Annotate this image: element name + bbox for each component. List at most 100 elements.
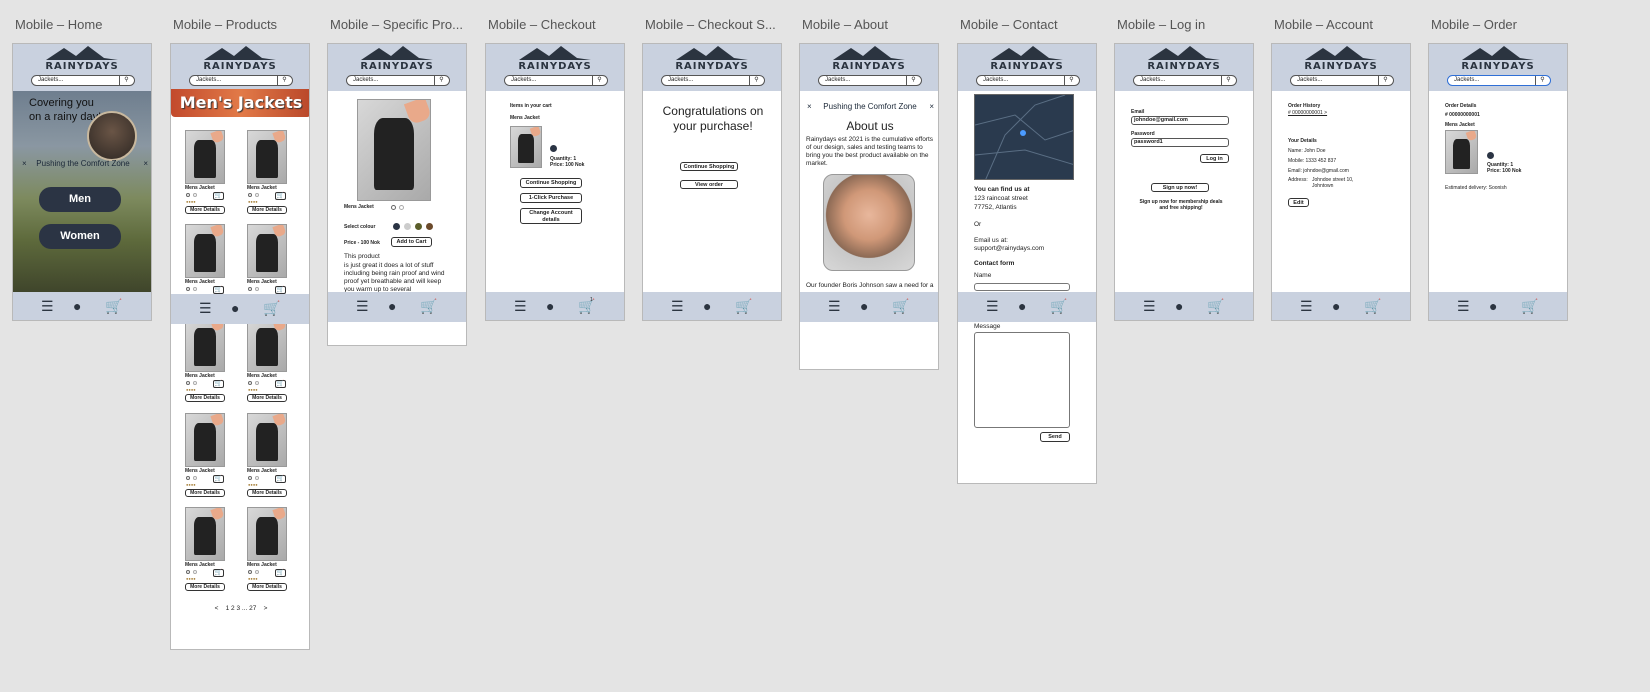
more-details-button[interactable]: More Details: [247, 489, 287, 497]
search-input[interactable]: Jackets... ⚲: [661, 75, 765, 86]
search-input[interactable]: Jackets... ⚲: [1133, 75, 1237, 86]
product-card[interactable]: Mens Jacket🛒 ●●●● More Details: [185, 318, 235, 408]
cart-icon[interactable]: 🛒: [263, 301, 280, 315]
add-to-cart-icon[interactable]: 🛒: [213, 380, 224, 388]
product-card[interactable]: Mens Jacket🛒 ●●●● More Details: [185, 413, 235, 503]
product-card[interactable]: Mens Jacket🛒 ●●●● More Details: [247, 130, 297, 220]
edit-button[interactable]: Edit: [1288, 198, 1309, 207]
search-icon[interactable]: ⚲: [906, 76, 920, 85]
close-icon[interactable]: ×: [22, 158, 27, 170]
logo[interactable]: RAINYDAYS: [171, 46, 309, 74]
more-details-button[interactable]: More Details: [247, 394, 287, 402]
size-option[interactable]: [255, 570, 259, 574]
cart-icon[interactable]: 🛒: [892, 299, 909, 313]
page-numbers[interactable]: 1 2 3 ... 27: [226, 605, 257, 612]
map[interactable]: [974, 94, 1074, 180]
size-option[interactable]: [193, 381, 197, 385]
close-icon[interactable]: ×: [807, 102, 812, 111]
search-input[interactable]: Jackets... ⚲: [31, 75, 135, 86]
password-input[interactable]: password1: [1131, 138, 1229, 147]
close-icon[interactable]: ×: [143, 158, 148, 170]
product-image[interactable]: [247, 130, 287, 184]
support-email[interactable]: support@rainydays.com: [974, 245, 1044, 252]
size-option[interactable]: [255, 381, 259, 385]
size-option[interactable]: [255, 193, 259, 197]
cart-icon[interactable]: 🛒: [1364, 299, 1381, 313]
menu-icon[interactable]: ☰: [671, 299, 684, 313]
add-to-cart-icon[interactable]: 🛒: [213, 475, 224, 483]
user-icon[interactable]: ●: [1175, 299, 1183, 313]
user-icon[interactable]: ●: [231, 301, 239, 315]
size-option[interactable]: [391, 205, 396, 210]
menu-icon[interactable]: ☰: [41, 299, 54, 313]
more-details-button[interactable]: More Details: [247, 583, 287, 591]
size-option[interactable]: [248, 287, 252, 291]
search-icon[interactable]: ⚲: [277, 76, 291, 85]
view-order-button[interactable]: View order: [680, 180, 738, 189]
add-to-cart-button[interactable]: Add to Cart: [391, 237, 432, 247]
search-input[interactable]: Jackets... ⚲: [504, 75, 608, 86]
menu-icon[interactable]: ☰: [1143, 299, 1156, 313]
search-icon[interactable]: ⚲: [592, 76, 606, 85]
menu-icon[interactable]: ☰: [356, 299, 369, 313]
logo[interactable]: RAINYDAYS: [13, 46, 151, 74]
product-card[interactable]: Mens Jacket🛒 ●●●● More Details: [185, 507, 235, 597]
menu-icon[interactable]: ☰: [514, 299, 527, 313]
menu-icon[interactable]: ☰: [1457, 299, 1470, 313]
add-to-cart-icon[interactable]: 🛒: [213, 192, 224, 200]
search-icon[interactable]: ⚲: [1535, 76, 1549, 85]
product-image[interactable]: [185, 130, 225, 184]
add-to-cart-icon[interactable]: 🛒: [275, 569, 286, 577]
continue-shopping-button[interactable]: Continue Shopping: [680, 162, 738, 171]
menu-icon[interactable]: ☰: [1300, 299, 1313, 313]
prev-page[interactable]: <: [215, 605, 219, 612]
logo[interactable]: RAINYDAYS: [486, 46, 624, 74]
size-option[interactable]: [248, 476, 252, 480]
search-input[interactable]: Jackets... ⚲: [1290, 75, 1394, 86]
size-option[interactable]: [399, 205, 404, 210]
size-option[interactable]: [186, 287, 190, 291]
product-image[interactable]: [185, 507, 225, 561]
colour-swatch[interactable]: [415, 223, 422, 230]
size-option[interactable]: [248, 193, 252, 197]
size-option[interactable]: [193, 476, 197, 480]
product-image[interactable]: [247, 413, 287, 467]
colour-swatch[interactable]: [426, 223, 433, 230]
menu-icon[interactable]: ☰: [828, 299, 841, 313]
logo[interactable]: RAINYDAYS: [958, 46, 1096, 74]
email-input[interactable]: johndoe@gmail.com: [1131, 116, 1229, 125]
user-icon[interactable]: ●: [1018, 299, 1026, 313]
product-card[interactable]: Mens Jacket🛒 ●●●● More Details: [185, 130, 235, 220]
cart-icon[interactable]: 🛒: [1050, 299, 1067, 313]
logo[interactable]: RAINYDAYS: [1272, 46, 1410, 74]
logo[interactable]: RAINYDAYS: [800, 46, 938, 74]
user-icon[interactable]: ●: [1489, 299, 1497, 313]
user-icon[interactable]: ●: [388, 299, 396, 313]
search-input[interactable]: Jackets... ⚲: [346, 75, 450, 86]
product-card[interactable]: Mens Jacket🛒 ●●●● More Details: [247, 318, 297, 408]
order-link[interactable]: # 00000000001 >: [1288, 110, 1327, 116]
size-option[interactable]: [255, 287, 259, 291]
product-card[interactable]: Mens Jacket🛒 ●●●● More Details: [247, 413, 297, 503]
continue-shopping-button[interactable]: Continue Shopping: [520, 178, 582, 188]
size-option[interactable]: [255, 476, 259, 480]
send-button[interactable]: Send: [1040, 432, 1070, 442]
logo[interactable]: RAINYDAYS: [1429, 46, 1567, 74]
add-to-cart-icon[interactable]: 🛒: [213, 569, 224, 577]
search-icon[interactable]: ⚲: [1378, 76, 1392, 85]
search-icon[interactable]: ⚲: [434, 76, 448, 85]
name-input[interactable]: [974, 283, 1070, 291]
menu-icon[interactable]: ☰: [199, 301, 212, 315]
cart-icon[interactable]: 🛒: [735, 299, 752, 313]
user-icon[interactable]: ●: [73, 299, 81, 313]
signup-button[interactable]: Sign up now!: [1151, 183, 1209, 192]
cart-icon[interactable]: 🛒: [1521, 299, 1538, 313]
search-input[interactable]: Jackets... ⚲: [976, 75, 1080, 86]
close-icon[interactable]: ×: [929, 102, 934, 111]
add-to-cart-icon[interactable]: 🛒: [275, 286, 286, 294]
one-click-purchase-button[interactable]: 1-Click Purchase: [520, 193, 582, 203]
size-option[interactable]: [186, 570, 190, 574]
product-image[interactable]: [247, 224, 287, 278]
add-to-cart-icon[interactable]: 🛒: [213, 286, 224, 294]
user-icon[interactable]: ●: [860, 299, 868, 313]
